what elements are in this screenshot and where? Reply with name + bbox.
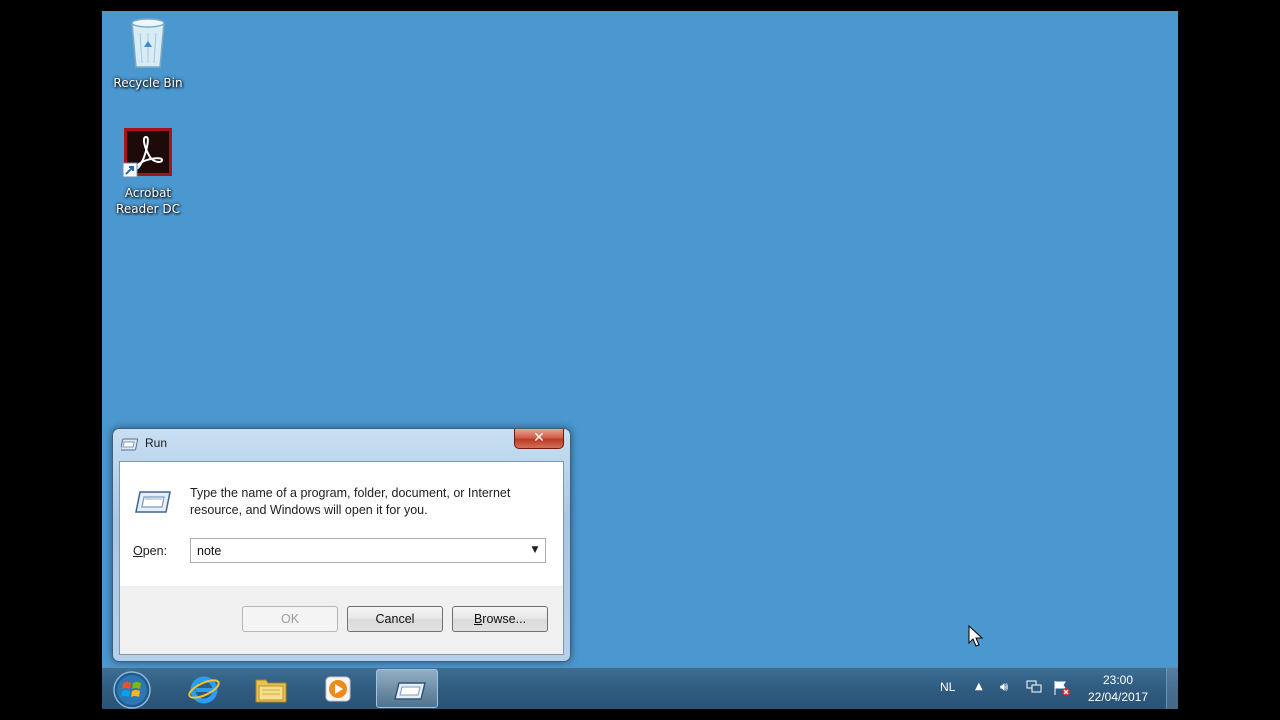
cancel-button[interactable]: Cancel (347, 606, 443, 632)
close-icon: ✕ (533, 430, 545, 446)
desktop-icon-acrobat-reader[interactable]: Acrobat Reader DC (104, 127, 192, 217)
desktop-icon-recycle-bin[interactable]: Recycle Bin (104, 17, 192, 91)
open-label: Open: (133, 544, 167, 558)
taskbar-media-player[interactable] (306, 669, 368, 708)
volume-icon[interactable]: 🔊︎ (1000, 680, 1008, 695)
taskbar-file-explorer[interactable] (239, 669, 301, 708)
run-icon (394, 682, 426, 700)
dialog-description: Type the name of a program, folder, docu… (190, 486, 511, 517)
taskbar: NL ▲ 🔊︎ 23:00 22/04/2017 (102, 667, 1178, 709)
show-desktop-button[interactable] (1166, 668, 1178, 709)
desktop-icon-label-line2: Reader DC (116, 202, 180, 216)
open-input[interactable] (191, 539, 525, 562)
browse-label-rest: rowse... (482, 612, 527, 626)
chevron-down-icon[interactable]: ▼ (525, 539, 545, 562)
start-orb-icon (113, 671, 151, 709)
taskbar-internet-explorer[interactable] (172, 669, 234, 708)
open-label-rest: pen: (142, 544, 168, 558)
recycle-bin-icon (131, 18, 165, 68)
clock-date: 22/04/2017 (1087, 690, 1149, 704)
start-button[interactable] (110, 670, 156, 709)
clock-time: 23:00 (1102, 673, 1134, 687)
clock[interactable]: 23:00 22/04/2017 (1078, 672, 1158, 706)
desktop-icon-label: Recycle Bin (113, 76, 183, 90)
network-icon[interactable] (1026, 680, 1042, 698)
close-button[interactable]: ✕ (514, 429, 564, 449)
desktop: Recycle Bin Acrobat Reader DC Run ✕ Type… (102, 11, 1178, 709)
mouse-cursor-icon (968, 625, 984, 647)
ok-button[interactable]: OK (242, 606, 338, 632)
dialog-title: Run (145, 436, 168, 450)
run-dialog: Run ✕ Type the name of a program, folder… (112, 428, 571, 662)
show-hidden-icons-icon[interactable]: ▲ (975, 681, 983, 692)
internet-explorer-icon (188, 676, 220, 704)
browse-button[interactable]: Browse... (452, 606, 548, 632)
desktop-icon-label-line1: Acrobat (124, 186, 172, 200)
run-icon (121, 438, 139, 451)
open-label-accelerator: O (133, 544, 143, 558)
media-player-icon (325, 676, 351, 702)
open-combobox[interactable]: ▼ (190, 538, 546, 563)
dialog-footer: OK Cancel Browse... (120, 586, 563, 654)
dialog-body: Type the name of a program, folder, docu… (119, 461, 564, 655)
taskbar-run[interactable] (376, 669, 438, 708)
language-indicator[interactable]: NL (940, 680, 955, 694)
acrobat-reader-icon (122, 128, 172, 178)
run-program-icon (135, 491, 171, 513)
action-center-icon[interactable] (1053, 680, 1071, 700)
file-explorer-icon (255, 679, 287, 703)
